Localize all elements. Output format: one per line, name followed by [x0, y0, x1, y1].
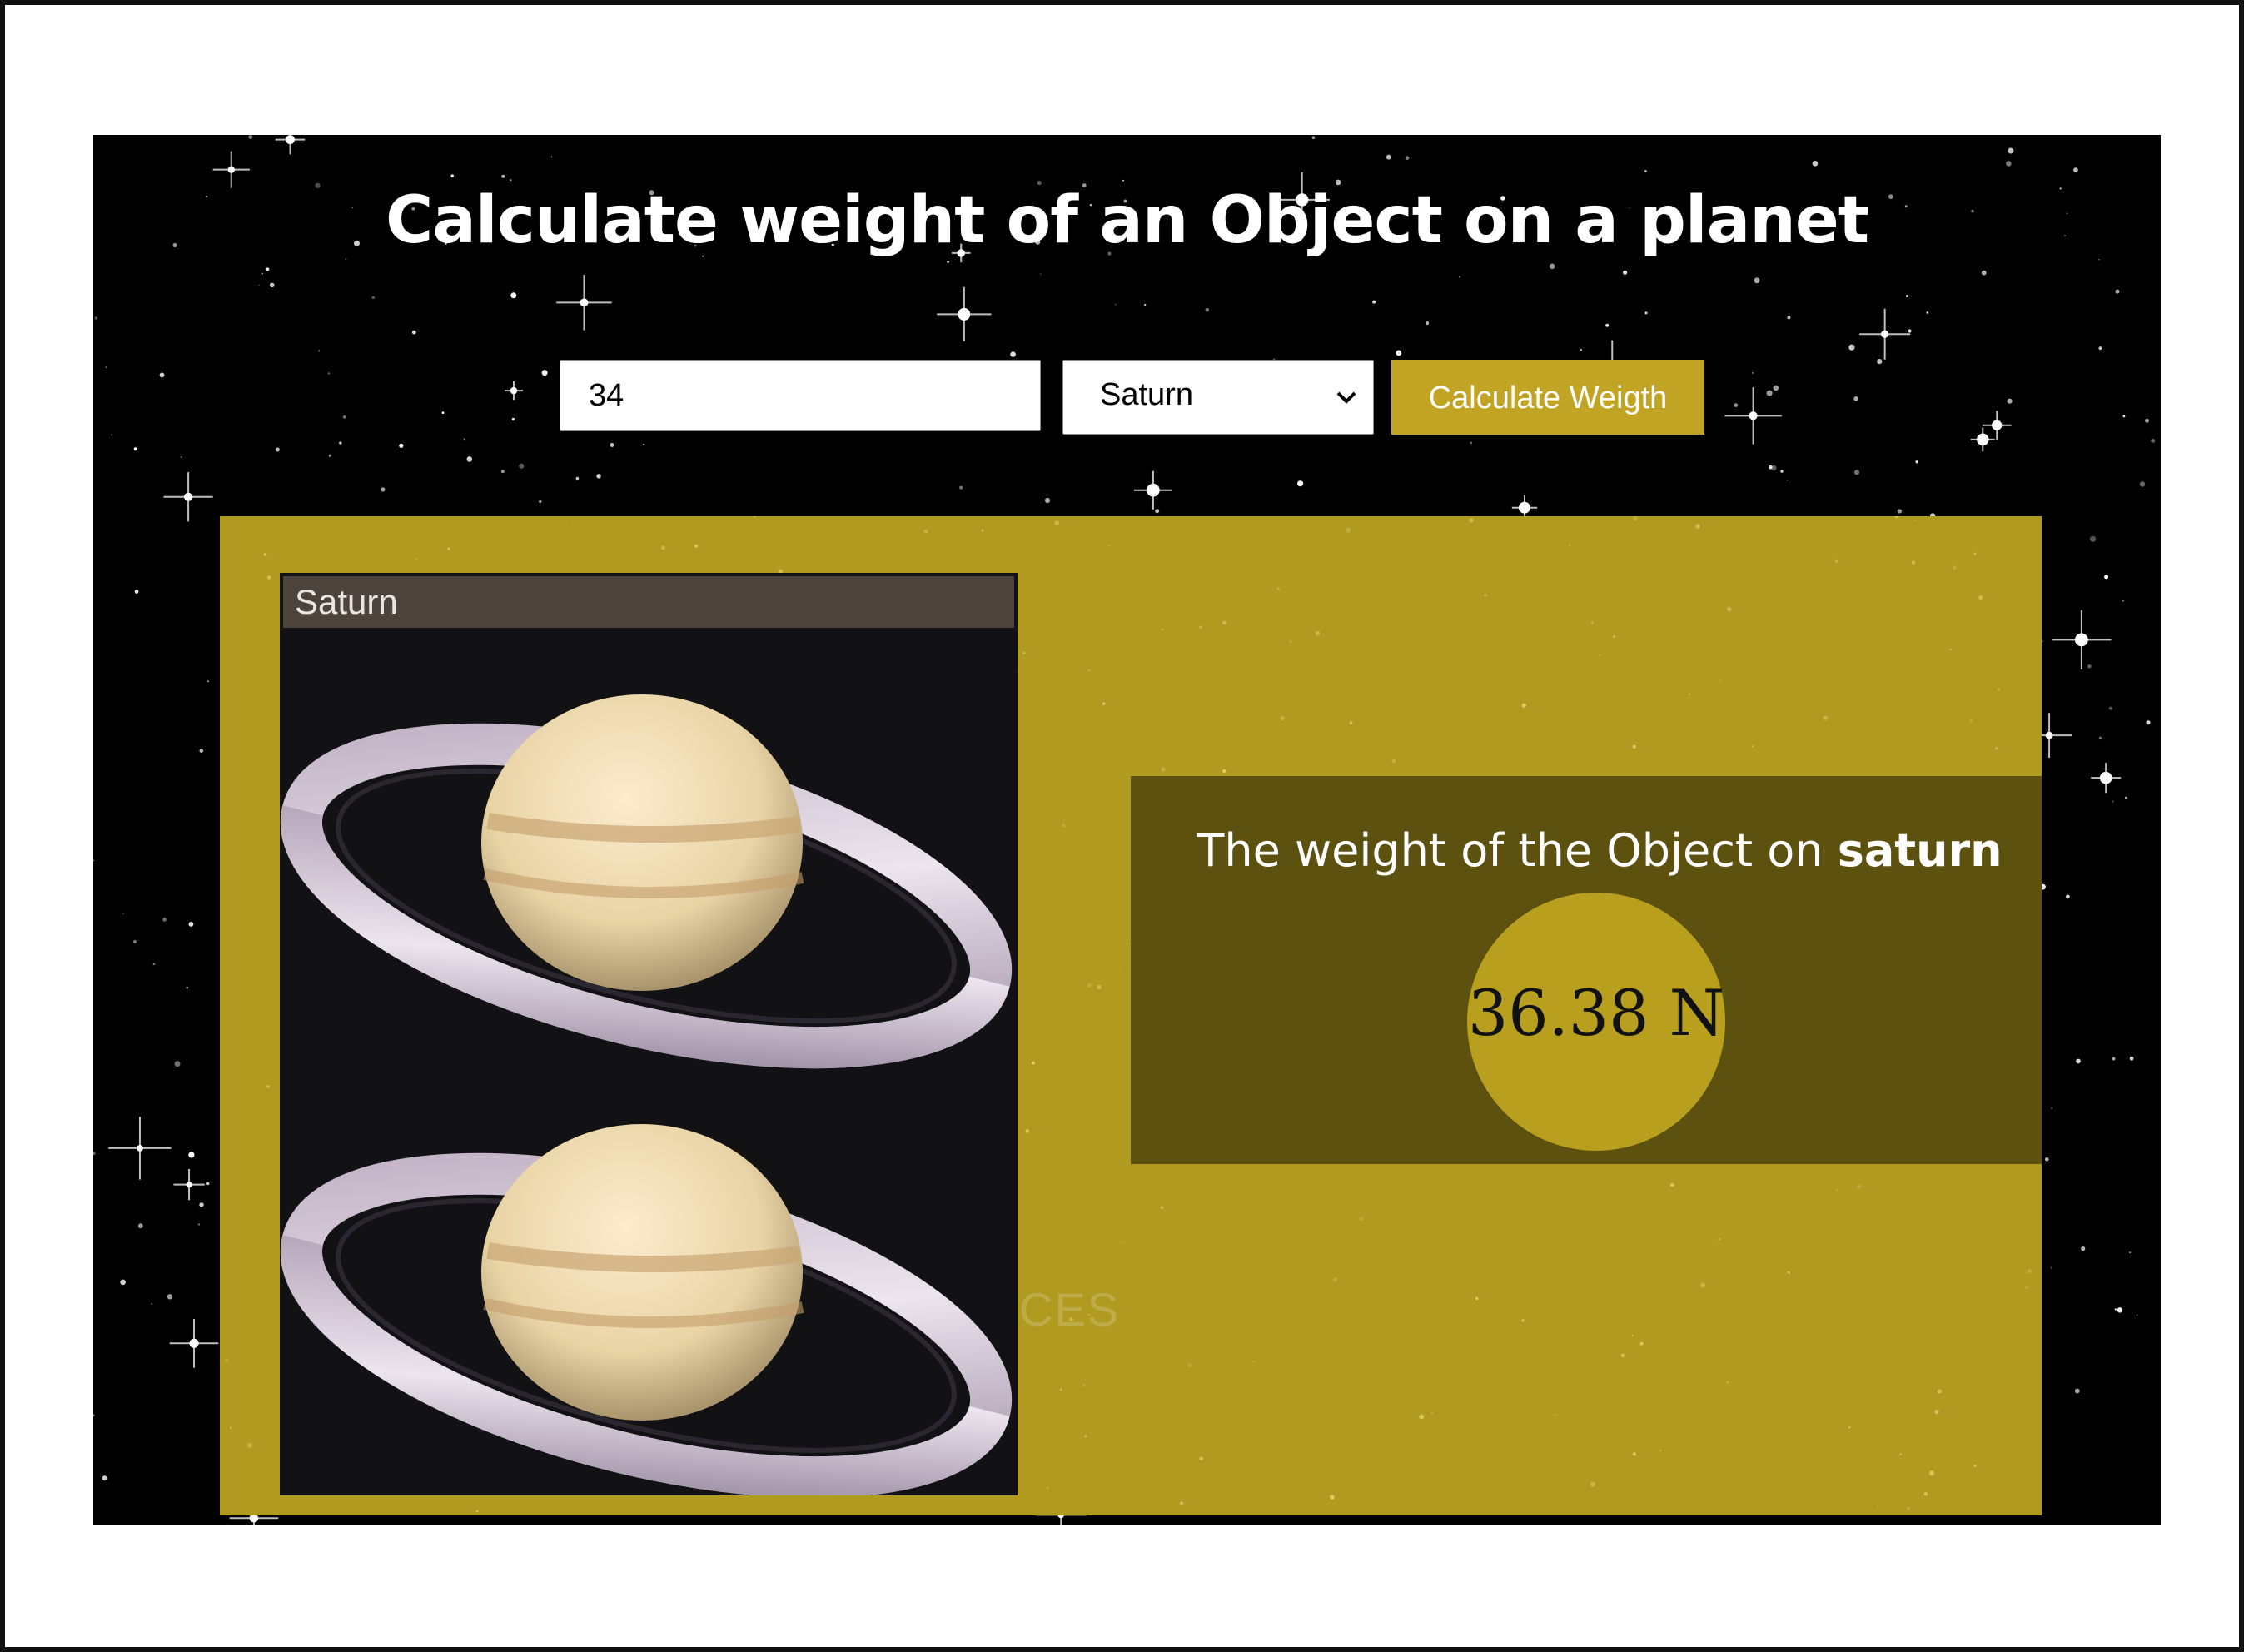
screenshot-frame: Calculate weight of an Object on a plane…: [0, 0, 2244, 1652]
planet-image-caption: Saturn: [283, 576, 1014, 628]
result-panel: CES Saturn The weight of the Object on s…: [220, 516, 2042, 1515]
weight-result-sentence: The weight of the Object on saturn: [1131, 824, 2042, 877]
app-background: Calculate weight of an Object on a plane…: [93, 135, 2161, 1525]
weight-result-box: The weight of the Object on saturn 36.38…: [1131, 776, 2042, 1164]
mass-input[interactable]: [560, 360, 1041, 431]
weight-value-circle: 36.38 N: [1467, 893, 1725, 1151]
planet-image: Saturn: [280, 573, 1018, 1495]
saturn-icon: [280, 694, 1013, 1495]
background-watermark-text: CES: [1019, 1283, 1121, 1336]
weight-planet-name: saturn: [1837, 824, 2003, 877]
page-title: Calculate weight of an Object on a plane…: [385, 183, 1869, 258]
weight-value: 36.38 N: [1467, 976, 1725, 1050]
chevron-down-icon: [1336, 391, 1356, 404]
planet-select-value: Saturn: [1100, 377, 1193, 412]
planet-select[interactable]: Saturn: [1062, 360, 1374, 435]
weight-sentence-prefix: The weight of the Object on: [1197, 824, 1824, 877]
calculate-weight-button[interactable]: Calculate Weigth: [1391, 360, 1704, 435]
